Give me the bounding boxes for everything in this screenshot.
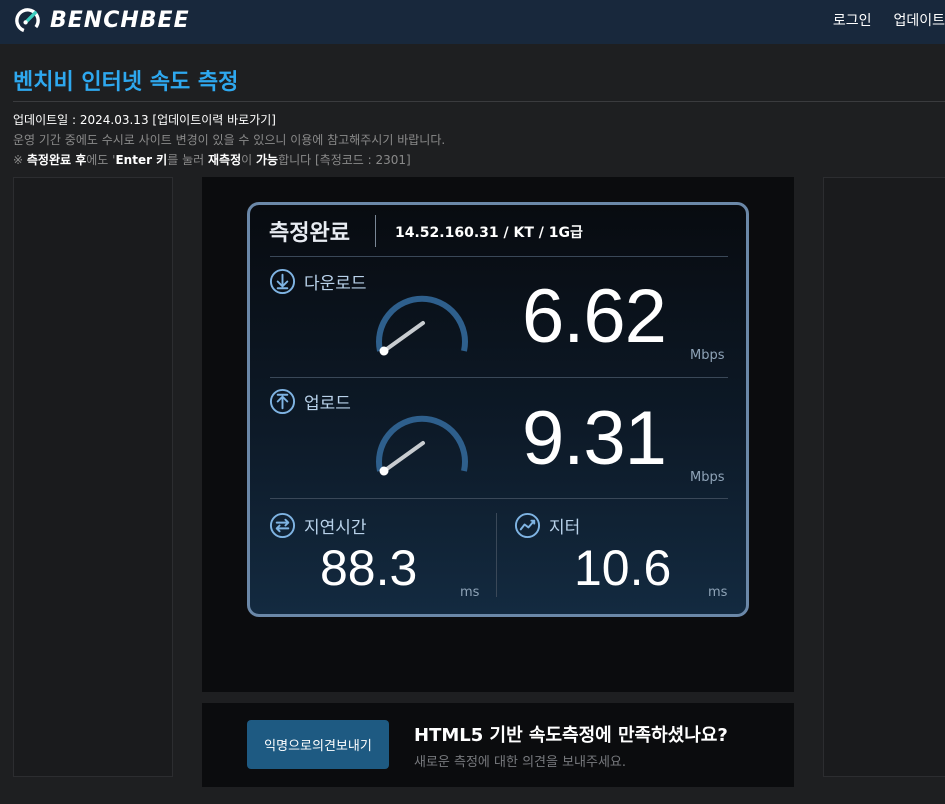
tip-prefix: ※	[13, 153, 27, 167]
latency-label-text: 지연시간	[304, 518, 367, 538]
jitter-label-text: 지터	[549, 518, 581, 538]
top-header: BENCHBEE 로그인 업데이트	[0, 0, 945, 44]
metric-separator	[496, 513, 497, 597]
isp-info: 14.52.160.31 / KT / 1G급	[395, 225, 583, 241]
tip-text-2: 를 눌러	[167, 153, 208, 167]
tip-text-1: 에도 '	[86, 153, 116, 167]
tip-word-4: 가능	[255, 153, 279, 167]
divider	[270, 498, 728, 499]
header-separator	[375, 215, 376, 247]
jitter-label: 지터	[514, 512, 580, 539]
notice-line: 운영 기간 중에도 수시로 사이트 변경이 있을 수 있으니 이용에 참고해주시…	[13, 133, 446, 147]
trend-wave-icon	[514, 512, 541, 539]
upload-value: 9.31	[522, 396, 667, 481]
swap-arrows-icon	[269, 512, 296, 539]
download-label: 다운로드	[269, 268, 367, 295]
tip-text-3: 이	[241, 153, 256, 167]
logo-text: BENCHBEE	[50, 8, 190, 33]
upload-icon	[269, 388, 296, 415]
jitter-value: 10.6	[574, 540, 672, 596]
page-title: 벤치비 인터넷 속도 측정	[13, 70, 239, 95]
info-block: 업데이트일 : 2024.03.13 [업데이트이력 바로가기] 운영 기간 중…	[13, 110, 445, 170]
latency-unit: ms	[460, 585, 480, 600]
upload-gauge	[376, 415, 468, 476]
upload-label-text: 업로드	[304, 394, 351, 414]
tip-word-3: 재측정	[207, 153, 242, 167]
divider	[270, 377, 728, 378]
update-line[interactable]: 업데이트일 : 2024.03.13 [업데이트이력 바로가기]	[13, 110, 445, 130]
tip-line: ※ 측정완료 후에도 'Enter 키를 눌러 재측정이 가능합니다 [측정코드…	[13, 150, 445, 170]
latency-value: 88.3	[320, 540, 418, 596]
nav-update[interactable]: 업데이트	[893, 10, 945, 30]
feedback-bar: 익명으로의견보내기 HTML5 기반 속도측정에 만족하셨나요? 새로운 측정에…	[202, 703, 794, 787]
result-title: 측정완료	[269, 221, 350, 246]
result-card: 측정완료 14.52.160.31 / KT / 1G급 다운로드 6.62 M…	[247, 202, 749, 617]
tip-word-1: 측정완료 후	[26, 153, 87, 167]
benchbee-logo[interactable]: BENCHBEE	[13, 6, 190, 35]
nav-login[interactable]: 로그인	[833, 10, 872, 30]
jitter-unit: ms	[708, 585, 728, 600]
divider	[270, 256, 728, 257]
tip-text-4: 합니다 [측정코드 : 2301]	[278, 153, 411, 167]
top-nav: 로그인 업데이트	[833, 10, 945, 30]
anonymous-feedback-button[interactable]: 익명으로의견보내기	[247, 720, 389, 769]
right-ad-panel	[823, 177, 945, 777]
download-gauge	[376, 295, 468, 356]
upload-unit: Mbps	[690, 470, 725, 485]
speedometer-logo-icon	[15, 8, 40, 33]
tip-word-2: Enter 키	[115, 153, 168, 167]
download-label-text: 다운로드	[304, 274, 367, 294]
download-unit: Mbps	[690, 348, 725, 363]
upload-label: 업로드	[269, 388, 351, 415]
download-value: 6.62	[522, 274, 667, 359]
result-header: 측정완료 14.52.160.31 / KT / 1G급	[250, 205, 746, 257]
left-ad-panel	[13, 177, 173, 777]
download-icon	[269, 268, 296, 295]
latency-label: 지연시간	[269, 512, 367, 539]
divider	[13, 101, 945, 102]
feedback-title: HTML5 기반 속도측정에 만족하셨나요?	[414, 725, 728, 746]
feedback-subtitle: 새로운 측정에 대한 의견을 보내주세요.	[414, 755, 627, 770]
